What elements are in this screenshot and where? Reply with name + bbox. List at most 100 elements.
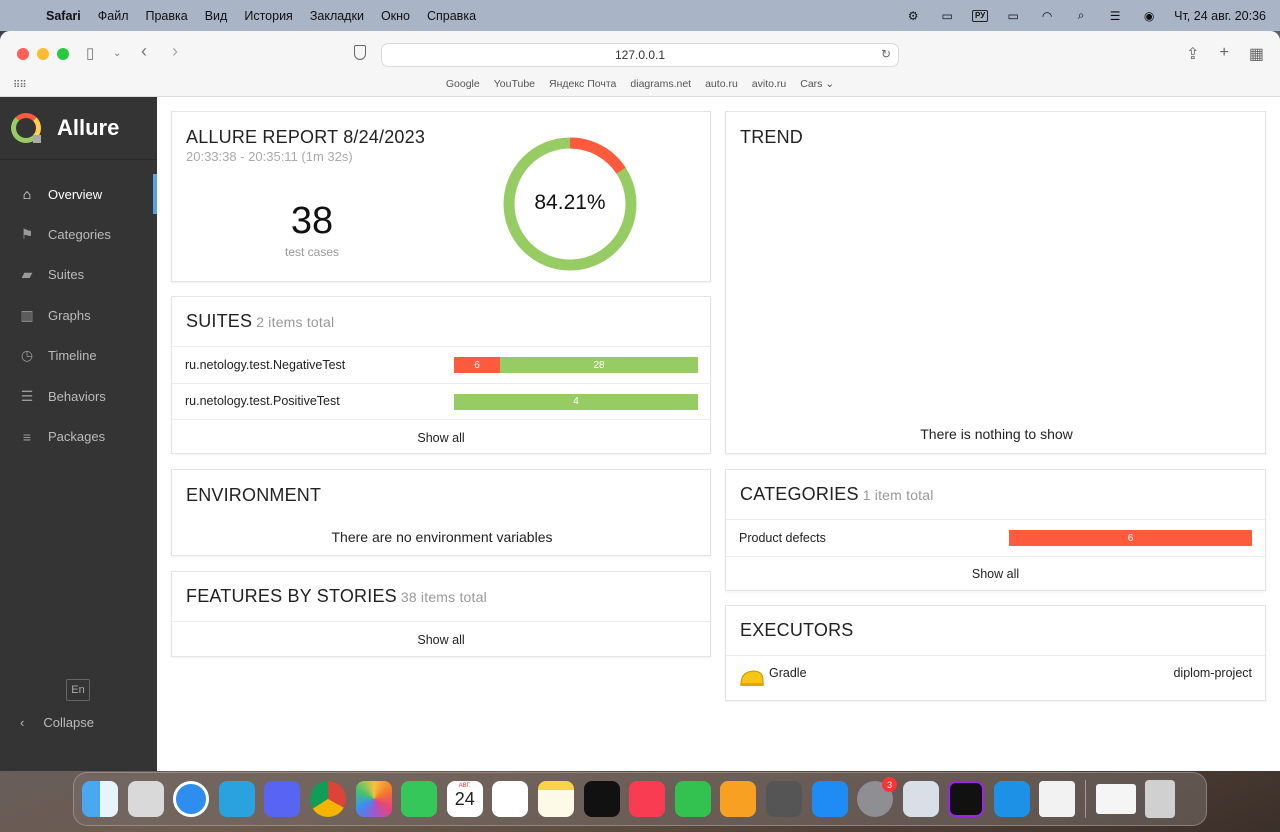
close-window-button[interactable]	[17, 48, 29, 60]
apple-tv-icon[interactable]	[583, 781, 620, 817]
siri-icon[interactable]: ◉	[1140, 9, 1158, 23]
bookmark-yandex-mail[interactable]: Яндекс Почта	[549, 78, 616, 96]
input-language-icon[interactable]: РУ	[972, 9, 989, 22]
forward-button[interactable]: ›	[172, 41, 178, 62]
suites-title: SUITES 2 items total	[186, 311, 696, 332]
recent-document-icon[interactable]	[1095, 784, 1136, 814]
sidebar-item-packages[interactable]: ≡ Packages	[0, 416, 157, 456]
menu-view[interactable]: Вид	[205, 9, 228, 23]
suite-row[interactable]: ru.netology.test.PositiveTest 4	[172, 382, 710, 420]
intellij-idea-icon[interactable]	[948, 781, 985, 817]
music-icon[interactable]	[629, 781, 666, 817]
bookmark-youtube[interactable]: YouTube	[494, 78, 535, 96]
collapse-button[interactable]: ‹ Collapse	[20, 715, 94, 730]
sidebar-item-suites[interactable]: ▰ Suites	[0, 255, 157, 295]
suite-status-bar[interactable]: 6 28	[454, 357, 698, 373]
trend-empty-message: There is nothing to show	[920, 426, 1073, 442]
sidebar-item-categories[interactable]: ⚑ Categories	[0, 214, 157, 254]
bookmark-cars-folder[interactable]: Cars ⌄	[800, 78, 834, 96]
launchpad-icon[interactable]	[127, 781, 164, 817]
finder-icon[interactable]	[82, 781, 118, 817]
executor-name: Gradle	[769, 666, 807, 680]
bookmark-google[interactable]: Google	[446, 78, 480, 96]
allure-app: Allure ⌂ Overview ⚑ Categories ▰ Suites …	[0, 97, 1280, 771]
wifi-icon[interactable]: ◠	[1038, 9, 1056, 23]
vpn-status-icon[interactable]: ⚙	[904, 9, 922, 23]
menu-bookmarks[interactable]: Закладки	[310, 9, 364, 23]
battery-icon[interactable]: ▭	[1004, 9, 1022, 23]
suite-status-bar[interactable]: 4	[454, 393, 698, 410]
suites-show-all-button[interactable]: Show all	[172, 419, 710, 456]
brand[interactable]: Allure	[0, 97, 157, 160]
menu-app-name[interactable]: Safari	[46, 9, 81, 23]
system-settings-icon[interactable]: 3	[857, 777, 898, 817]
calculator-icon[interactable]	[765, 781, 802, 817]
pages-icon[interactable]	[720, 781, 757, 817]
discord-icon[interactable]	[264, 781, 301, 817]
notification-badge: 3	[882, 777, 898, 792]
app-store-icon[interactable]	[811, 781, 848, 817]
control-center-icon[interactable]: ☰	[1106, 9, 1124, 23]
environment-title: ENVIRONMENT	[186, 485, 322, 505]
suite-row[interactable]: ru.netology.test.NegativeTest 6 28	[172, 346, 710, 383]
environment-widget: ENVIRONMENT There are no environment var…	[171, 469, 711, 556]
notes-icon[interactable]	[537, 781, 574, 817]
reminders-icon[interactable]	[492, 781, 529, 817]
category-name: Product defects	[739, 530, 826, 545]
chrome-icon[interactable]	[309, 781, 346, 817]
sidebar-toggle-icon[interactable]: ▯	[86, 44, 94, 62]
photos-icon[interactable]	[355, 781, 392, 817]
sidebar-nav: ⌂ Overview ⚑ Categories ▰ Suites ▥ Graph…	[0, 174, 157, 457]
java-app-icon[interactable]	[1039, 781, 1076, 817]
calendar-day: 24	[454, 789, 475, 809]
safari-icon[interactable]	[173, 781, 210, 817]
reload-icon[interactable]: ↻	[881, 47, 891, 61]
tab-overview-icon[interactable]: ▦	[1249, 44, 1264, 64]
menu-clock[interactable]: Чт, 24 авг. 20:36	[1174, 9, 1266, 23]
telegram-icon[interactable]	[218, 781, 255, 817]
sidebar-item-graphs[interactable]: ▥ Graphs	[0, 295, 157, 335]
language-switch-button[interactable]: En	[66, 679, 90, 701]
numbers-icon[interactable]	[674, 781, 711, 817]
menu-history[interactable]: История	[244, 9, 292, 23]
menu-edit[interactable]: Правка	[145, 9, 187, 23]
chevron-left-icon: ‹	[20, 715, 25, 730]
bookmark-diagrams[interactable]: diagrams.net	[630, 78, 691, 96]
sidebar-item-overview[interactable]: ⌂ Overview	[0, 174, 157, 215]
test-cases-count: 38	[290, 200, 334, 242]
browser-toolbar: ▯ ⌄ ‹ › 127.0.0.1 ↻ ⇪ + ▦ ⠿⠿ Google YouT…	[0, 31, 1280, 97]
home-icon: ⌂	[22, 186, 32, 203]
calendar-icon[interactable]: АВГ. 24	[446, 781, 483, 817]
back-button[interactable]: ‹	[141, 41, 147, 62]
executors-title: EXECUTORS	[740, 620, 854, 640]
menu-window[interactable]: Окно	[381, 9, 410, 23]
trash-icon[interactable]	[1145, 780, 1176, 818]
features-title: FEATURES BY STORIES 38 items total	[186, 586, 696, 607]
menu-file[interactable]: Файл	[98, 9, 129, 23]
docker-icon[interactable]	[993, 781, 1030, 817]
privacy-shield-icon[interactable]	[354, 45, 366, 60]
chevron-down-icon[interactable]: ⌄	[113, 48, 121, 59]
bookmark-avito-ru[interactable]: avito.ru	[752, 78, 786, 96]
facetime-icon[interactable]	[401, 781, 438, 817]
new-tab-icon[interactable]: +	[1220, 44, 1229, 64]
spotlight-search-icon[interactable]: ⌕	[1072, 8, 1090, 23]
summary-widget: ALLURE REPORT 8/24/2023 20:33:38 - 20:35…	[171, 111, 711, 282]
address-bar[interactable]: 127.0.0.1 ↻	[381, 43, 899, 67]
category-row[interactable]: Product defects 6	[726, 519, 1265, 556]
sidebar-item-timeline[interactable]: ◷ Timeline	[0, 336, 157, 376]
sidebar-item-behaviors[interactable]: ☰ Behaviors	[0, 376, 157, 416]
display-icon[interactable]: ▭	[938, 9, 956, 23]
categories-show-all-button[interactable]: Show all	[726, 555, 1265, 593]
executor-row[interactable]: Gradle diplom-project	[726, 655, 1265, 701]
failed-segment: 6	[454, 357, 500, 373]
features-show-all-button[interactable]: Show all	[172, 621, 710, 658]
share-icon[interactable]: ⇪	[1186, 44, 1199, 64]
zoom-window-button[interactable]	[57, 48, 69, 60]
bookmark-auto-ru[interactable]: auto.ru	[705, 78, 738, 96]
category-status-bar[interactable]: 6	[1009, 530, 1252, 546]
minimize-window-button[interactable]	[37, 48, 49, 60]
archive-utility-icon[interactable]	[902, 781, 939, 817]
menu-help[interactable]: Справка	[427, 9, 476, 23]
passed-segment: 28	[500, 357, 698, 373]
